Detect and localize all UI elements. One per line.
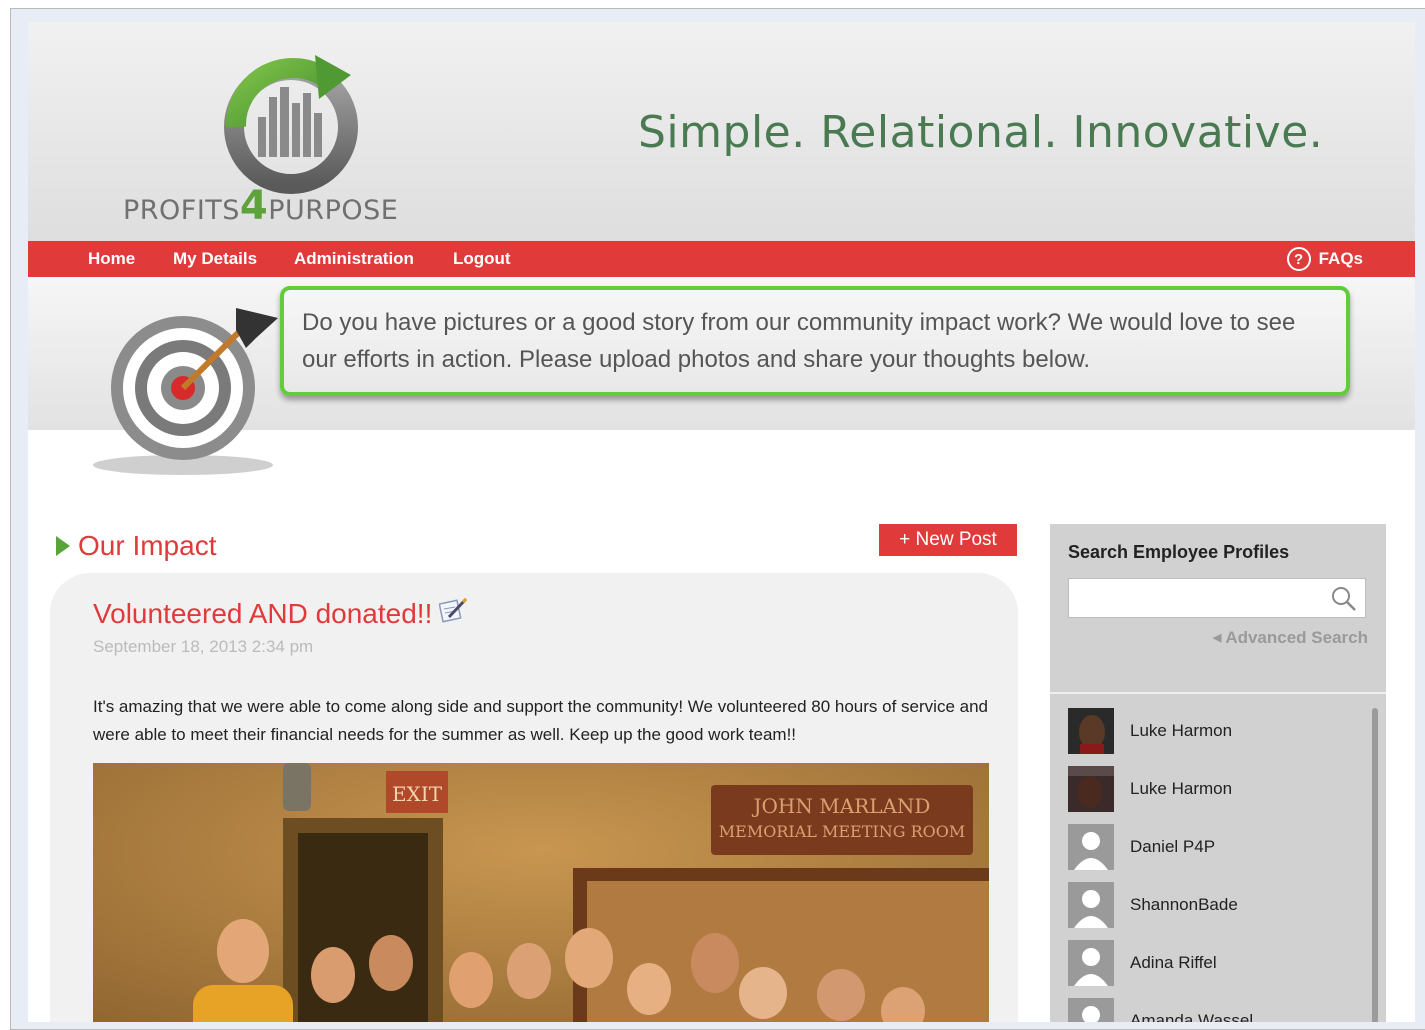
- sidebar-title: Search Employee Profiles: [1068, 542, 1290, 562]
- list-item-name: Luke Harmon: [1130, 721, 1233, 740]
- page: PROFITS4PURPOSE Simple. Relational. Inno…: [28, 22, 1415, 1022]
- nav-faqs[interactable]: ? FAQs: [1286, 241, 1363, 277]
- section-title: Our Impact: [78, 530, 217, 561]
- avatar: [1068, 766, 1114, 812]
- list-item-name: Luke Harmon: [1130, 779, 1233, 798]
- target-dart-icon: [88, 290, 288, 490]
- list-item[interactable]: Luke Harmon: [1068, 766, 1232, 812]
- avatar: [1068, 708, 1114, 754]
- list-item-name: Daniel P4P: [1130, 837, 1216, 856]
- faq-label: FAQs: [1318, 249, 1363, 268]
- help-icon: ?: [1286, 247, 1311, 271]
- advanced-search-link[interactable]: ◀ Advanced Search: [1213, 628, 1368, 648]
- list-item[interactable]: Adina Riffel: [1068, 940, 1217, 986]
- logo-wordmark: PROFITS4PURPOSE: [123, 183, 399, 229]
- employee-list: Luke Harmon Luke Harmon Daniel P4P Shann…: [1050, 704, 1386, 1022]
- site-header: PROFITS4PURPOSE Simple. Relational. Inno…: [28, 22, 1415, 241]
- nav-administration[interactable]: Administration: [294, 241, 414, 277]
- list-item-name: ShannonBade: [1130, 895, 1238, 914]
- profits4purpose-logo[interactable]: PROFITS4PURPOSE: [123, 37, 473, 237]
- list-item[interactable]: Luke Harmon: [1068, 708, 1232, 754]
- list-item[interactable]: Amanda Wassel: [1068, 998, 1253, 1022]
- plaque-line-2: MEMORIAL MEETING ROOM: [719, 822, 965, 841]
- employee-search-sidebar: Search Employee Profiles ◀ Advanced Searc…: [1050, 524, 1386, 1022]
- site-tagline: Simple. Relational. Innovative.: [638, 107, 1324, 158]
- list-item[interactable]: ShannonBade: [1068, 882, 1238, 928]
- post-body: It's amazing that we were able to come a…: [93, 697, 988, 744]
- nav-logout[interactable]: Logout: [453, 241, 511, 277]
- default-avatar-icon: [1068, 940, 1114, 986]
- list-item[interactable]: Daniel P4P: [1068, 824, 1215, 870]
- nav-my-details[interactable]: My Details: [173, 241, 257, 277]
- logo-icon: [224, 55, 358, 194]
- plaque-line-1: JOHN MARLAND: [752, 794, 931, 818]
- list-item-name: Adina Riffel: [1130, 953, 1217, 972]
- default-avatar-icon: [1068, 998, 1114, 1022]
- exit-sign: EXIT: [392, 782, 443, 806]
- employee-search-input[interactable]: [1068, 578, 1366, 618]
- nav-home[interactable]: Home: [88, 241, 135, 277]
- list-item-name: Amanda Wassel: [1130, 1011, 1254, 1022]
- post-title[interactable]: Volunteered AND donated!!: [93, 598, 432, 630]
- caret-left-icon: ◀: [1212, 632, 1222, 644]
- section-heading: Our Impact: [56, 530, 216, 562]
- new-post-button[interactable]: + New Post: [879, 524, 1017, 556]
- edit-pencil-icon[interactable]: [438, 596, 469, 624]
- default-avatar-icon: [1068, 824, 1114, 870]
- post-photo[interactable]: EXIT JOHN MARLAND MEMORIAL MEETING ROOM: [93, 763, 989, 1022]
- main-nav: Home My Details Administration Logout ? …: [28, 241, 1415, 277]
- search-icon[interactable]: [1329, 584, 1359, 614]
- post-card: Volunteered AND donated!! September 18, …: [50, 573, 1018, 1022]
- list-scrollbar[interactable]: [1372, 708, 1378, 1022]
- sidebar-divider: [1050, 692, 1386, 694]
- default-avatar-icon: [1068, 882, 1114, 928]
- community-impact-message: Do you have pictures or a good story fro…: [280, 286, 1350, 396]
- post-date: September 18, 2013 2:34 pm: [93, 637, 314, 656]
- triangle-bullet-icon: [56, 536, 70, 556]
